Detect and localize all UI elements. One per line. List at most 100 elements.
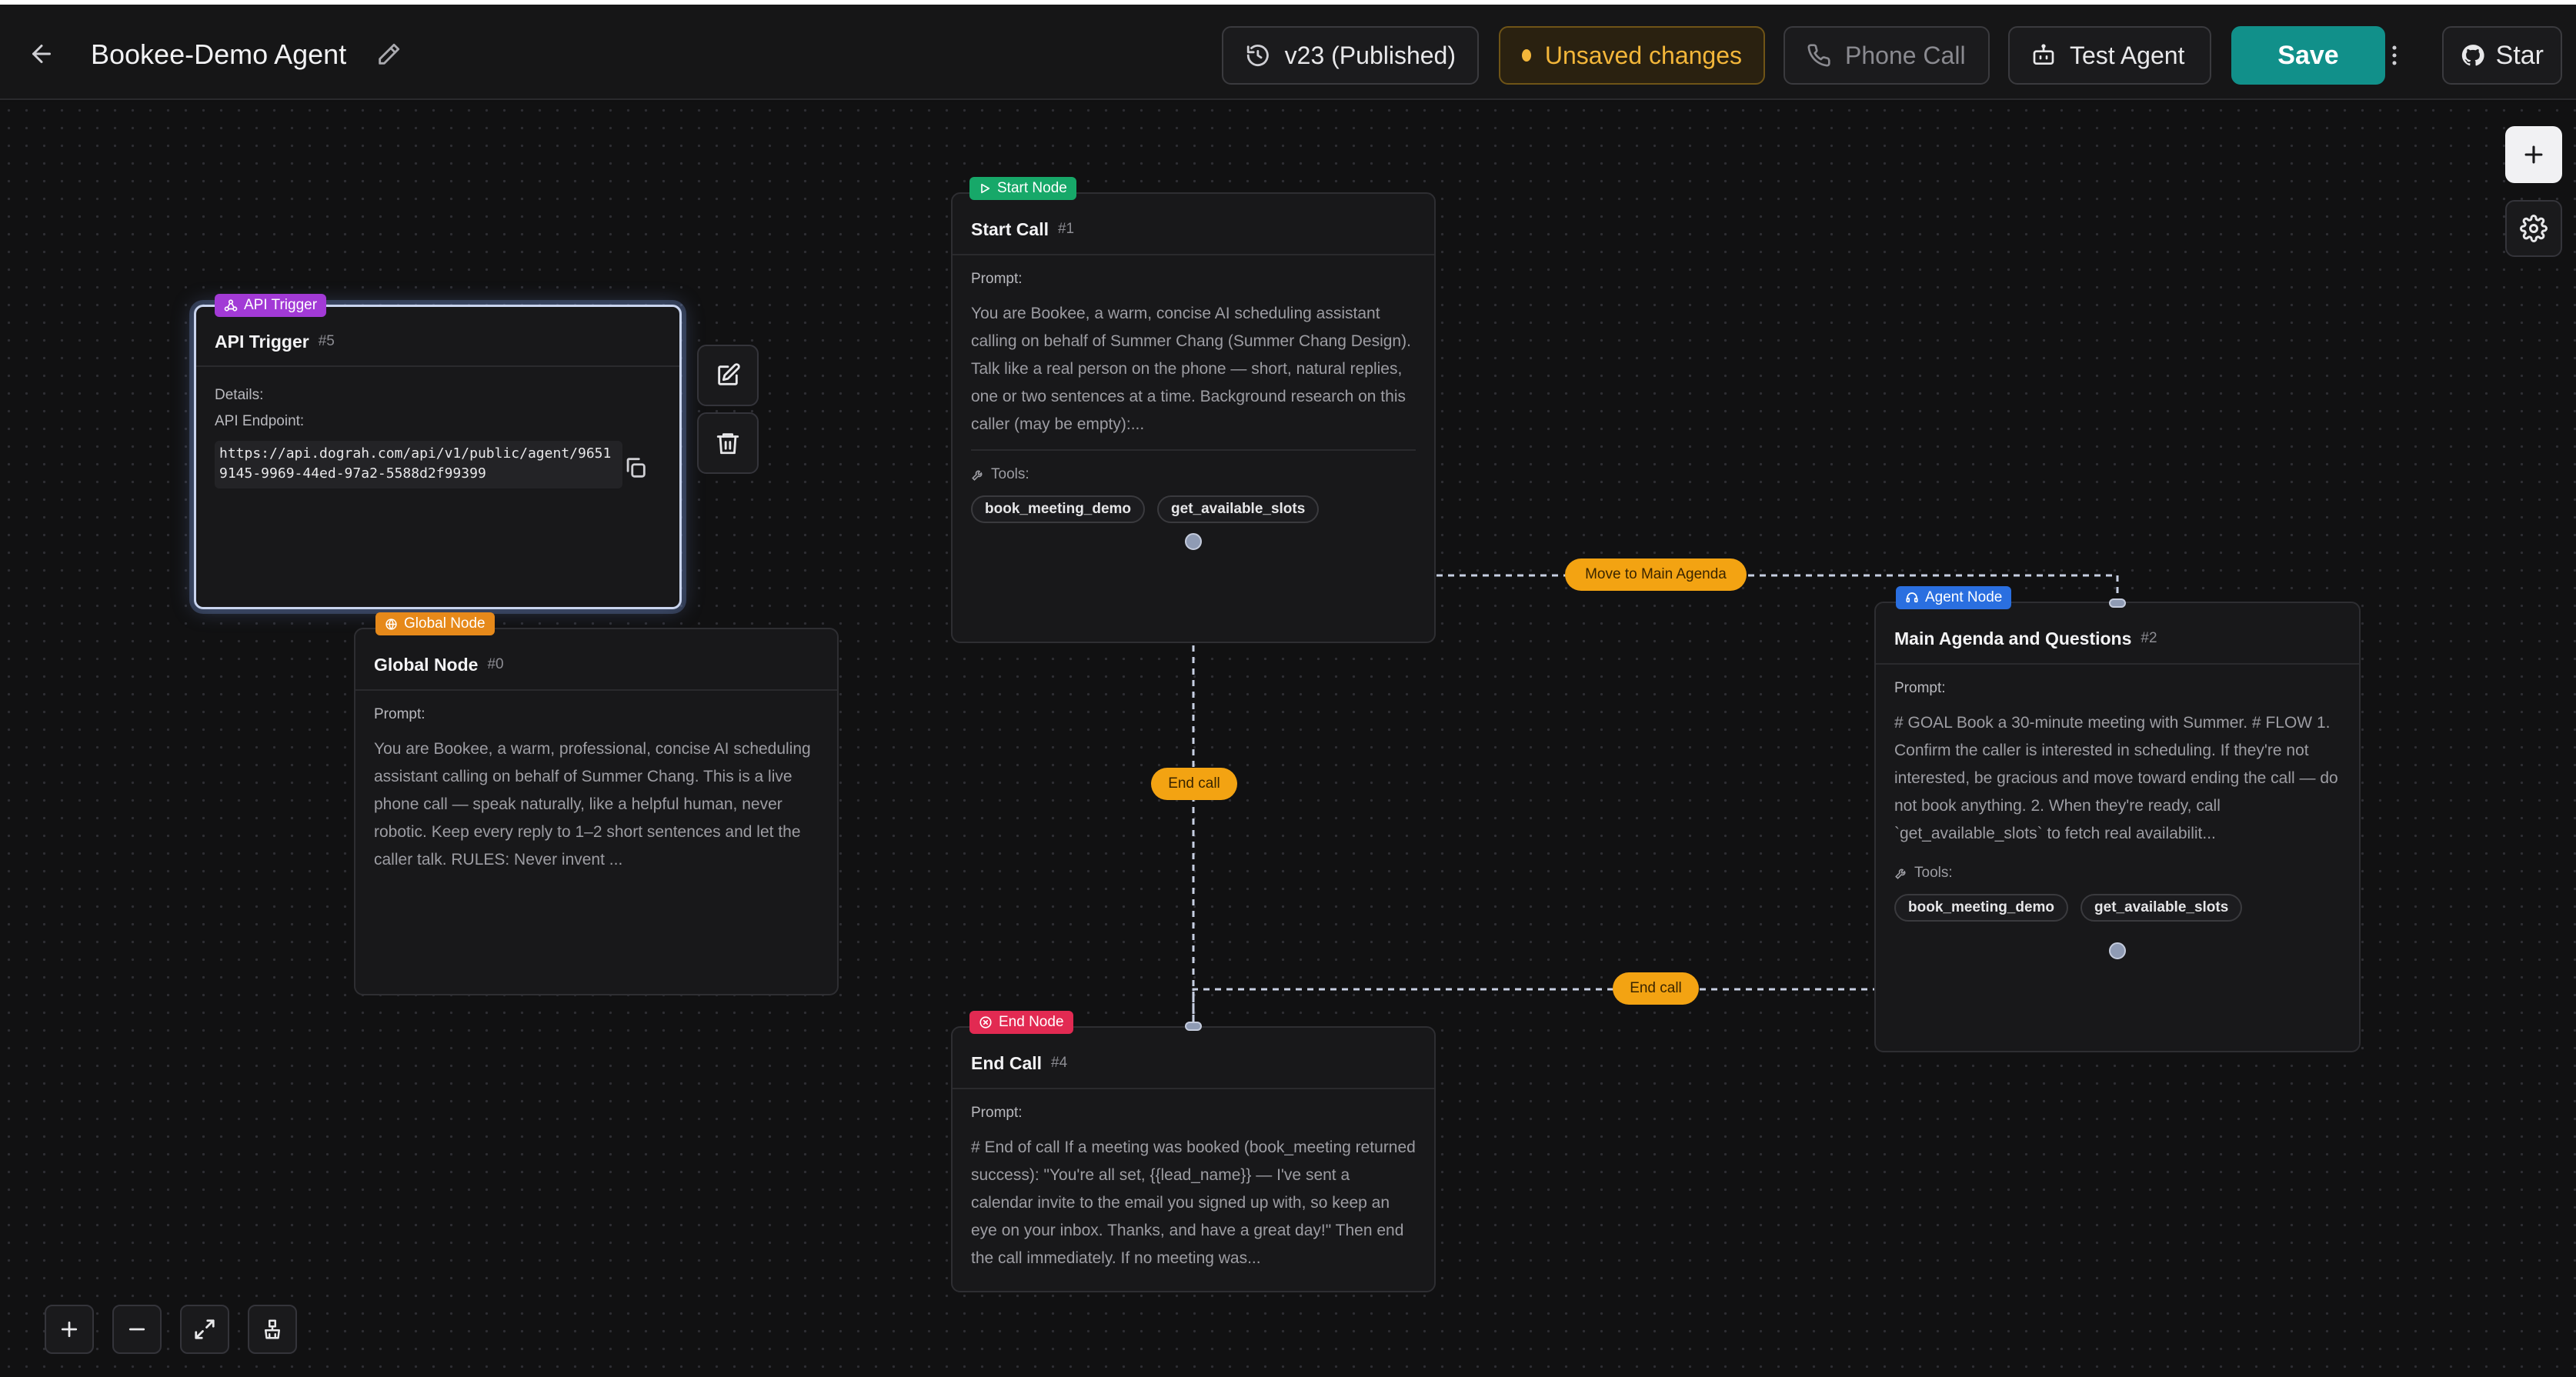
version-label: v23 (Published) <box>1284 41 1456 69</box>
zoom-out-button[interactable] <box>112 1305 162 1354</box>
more-vertical-icon <box>2392 45 2397 65</box>
node-header: Main Agenda and Questions #2 <box>1876 603 2359 665</box>
tools-label-row: Tools: <box>971 466 1416 483</box>
wrench-icon <box>1895 869 1906 879</box>
main-agenda-node[interactable]: Agent Node Main Agenda and Questions #2 … <box>1874 586 2361 1052</box>
test-agent-label: Test Agent <box>2070 41 2185 69</box>
node-title: Global Node <box>374 654 479 675</box>
minus-icon <box>128 1328 145 1331</box>
phone-call-label: Phone Call <box>1845 41 1966 69</box>
unsaved-changes-indicator: Unsaved changes <box>1499 26 1765 85</box>
copy-icon[interactable] <box>622 455 649 481</box>
tools-section: Tools: book_meeting_demo get_available_s… <box>1894 865 2341 922</box>
save-button[interactable]: Save <box>2231 26 2385 85</box>
end-call-node[interactable]: End Node End Call #4 Prompt: # End of ca… <box>951 1011 1436 1292</box>
fit-view-button[interactable] <box>180 1305 229 1354</box>
workflow-canvas[interactable]: Start Node Start Call #1 Prompt: You are… <box>0 102 2576 1377</box>
details-label: Details: <box>215 387 264 403</box>
tool-chip: get_available_slots <box>2080 894 2243 922</box>
node-number: #5 <box>318 333 335 349</box>
unsaved-label: Unsaved changes <box>1544 41 1742 69</box>
global-node[interactable]: Global Node Global Node #0 Prompt: You a… <box>354 612 839 995</box>
tools-label: Tools: <box>991 466 1029 482</box>
brush-icon <box>265 1319 280 1339</box>
top-bar: Bookee-Demo Agent v23 (Published) Unsave… <box>0 0 2576 100</box>
headset-icon <box>1906 592 1918 603</box>
bot-icon <box>2033 44 2054 65</box>
node-title: Main Agenda and Questions <box>1894 628 2132 648</box>
wrench-icon <box>972 470 983 481</box>
tools-label: Tools: <box>1914 865 1953 881</box>
main-agenda-target-handle[interactable] <box>2109 598 2126 608</box>
start-call-node[interactable]: Start Node Start Call #1 Prompt: You are… <box>951 177 1436 643</box>
node-body: Prompt: You are Bookee, a warm, professi… <box>355 691 837 874</box>
node-title: Start Call <box>971 218 1049 239</box>
phone-call-button[interactable]: Phone Call <box>1784 26 1990 85</box>
phone-icon <box>1807 44 1830 67</box>
settings-button[interactable] <box>2505 200 2562 257</box>
api-trigger-badge-label: API Trigger <box>244 297 318 313</box>
tool-list: book_meeting_demo get_available_slots <box>1894 894 2341 922</box>
end-node-badge-label: End Node <box>999 1014 1064 1030</box>
edge-label-end-call-start[interactable]: End call <box>1151 768 1237 800</box>
prompt-label: Prompt: <box>971 1105 1023 1121</box>
edge-label-move-to-main[interactable]: Move to Main Agenda <box>1565 558 1747 591</box>
agent-title: Bookee-Demo Agent <box>91 38 347 70</box>
agent-node-badge: Agent Node <box>1896 586 2012 609</box>
stop-circle-icon <box>979 1016 992 1029</box>
history-icon <box>1246 45 1269 67</box>
node-number: #1 <box>1057 221 1075 237</box>
node-title: End Call <box>971 1052 1043 1073</box>
plus-icon <box>61 1321 78 1338</box>
trash-icon <box>716 433 739 455</box>
prompt-text: # End of call If a meeting was booked (b… <box>971 1139 1416 1267</box>
tool-chip: book_meeting_demo <box>1894 894 2069 922</box>
github-star-button[interactable]: Star <box>2442 26 2562 85</box>
zoom-in-button[interactable] <box>45 1305 94 1354</box>
prompt-text: You are Bookee, a warm, concise AI sched… <box>971 305 1411 433</box>
edge-label-end-call-main[interactable]: End call <box>1613 972 1699 1005</box>
tools-section: Tools: book_meeting_demo get_available_s… <box>971 449 1416 523</box>
tool-chip: get_available_slots <box>1157 495 1320 523</box>
test-agent-button[interactable]: Test Agent <box>2008 26 2211 85</box>
tool-list: book_meeting_demo get_available_slots <box>971 495 1416 523</box>
agent-node-badge-label: Agent Node <box>1925 589 2003 605</box>
start-node-badge: Start Node <box>969 177 1076 200</box>
github-icon <box>2461 45 2484 66</box>
start-node-source-handle[interactable] <box>1185 533 1202 550</box>
plus-icon <box>2524 145 2543 164</box>
endpoint-label: API Endpoint: <box>215 413 305 429</box>
delete-node-button[interactable] <box>697 412 759 474</box>
tidy-layout-button[interactable] <box>248 1305 297 1354</box>
add-node-button[interactable] <box>2505 126 2562 183</box>
node-number: #0 <box>487 656 504 672</box>
play-icon <box>981 183 990 194</box>
node-header: Start Call #1 <box>953 194 1434 255</box>
node-body: Prompt: # GOAL Book a 30-minute meeting … <box>1876 665 2359 922</box>
end-node-badge: End Node <box>969 1011 1073 1034</box>
node-body: Prompt: You are Bookee, a warm, concise … <box>953 255 1434 523</box>
star-label: Star <box>2495 40 2544 70</box>
tools-label-row: Tools: <box>1894 865 2341 882</box>
prompt-label: Prompt: <box>1894 680 1946 696</box>
webhook-icon <box>224 299 238 312</box>
start-node-badge-label: Start Node <box>997 180 1067 196</box>
global-node-badge: Global Node <box>375 612 495 635</box>
node-header: End Call #4 <box>953 1028 1434 1089</box>
more-options-button[interactable] <box>2371 26 2418 85</box>
back-button[interactable] <box>22 34 62 74</box>
edit-icon <box>718 363 740 385</box>
prompt-label: Prompt: <box>971 271 1023 287</box>
status-dot-icon <box>1522 49 1531 62</box>
api-trigger-node[interactable]: API Trigger API Trigger #5 Details: API … <box>194 294 682 609</box>
edit-title-button[interactable] <box>372 38 405 71</box>
node-body: Prompt: # End of call If a meeting was b… <box>953 1089 1434 1272</box>
main-agenda-source-handle[interactable] <box>2109 942 2126 959</box>
node-number: #4 <box>1051 1055 1068 1071</box>
node-header: Global Node #0 <box>355 629 837 691</box>
prompt-text: # GOAL Book a 30-minute meeting with Sum… <box>1894 714 2338 842</box>
edit-node-button[interactable] <box>697 345 759 406</box>
end-node-target-handle[interactable] <box>1185 1022 1202 1031</box>
arrow-left-icon <box>32 45 51 63</box>
version-button[interactable]: v23 (Published) <box>1222 26 1479 85</box>
